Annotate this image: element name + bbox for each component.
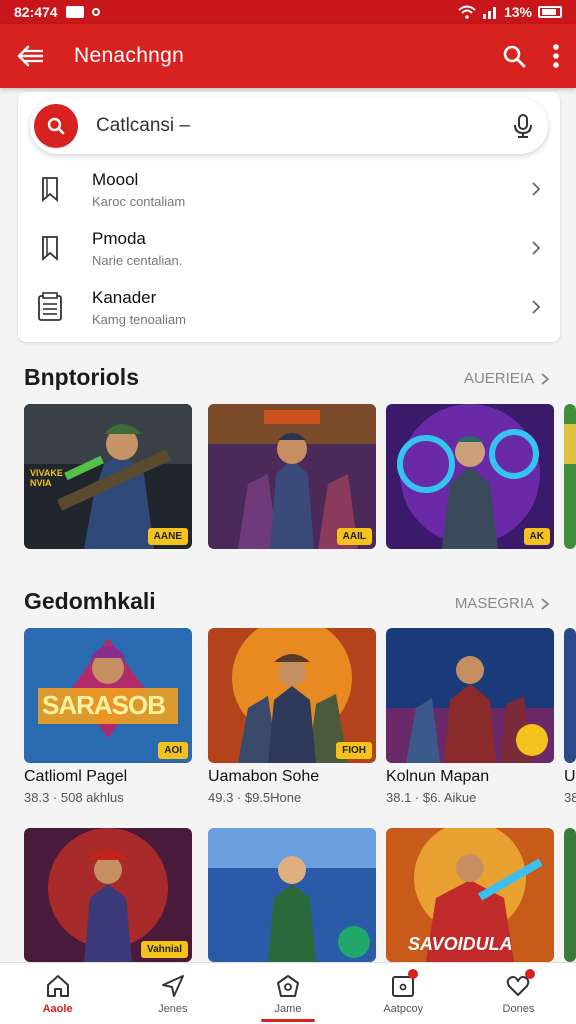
chevron-right-icon — [532, 241, 541, 255]
game-tile[interactable] — [564, 404, 576, 549]
game-meta: 38.3 · 508 akhlus — [24, 790, 124, 805]
game-art — [564, 628, 576, 763]
search-input[interactable]: Catlcansi – — [96, 115, 512, 137]
app-bar: Nenachngn — [0, 24, 576, 88]
nav-item-library[interactable]: Aatpcoy — [346, 963, 461, 1024]
game-tile[interactable]: Vahnial — [24, 828, 192, 962]
list-item-title: Pmoda — [92, 228, 146, 248]
bookmark-icon — [36, 235, 64, 261]
nav-item-send[interactable]: Jenes — [115, 963, 230, 1024]
mic-icon[interactable] — [512, 113, 534, 139]
game-tile[interactable]: FIOH — [208, 628, 376, 763]
list-item-title: Moool — [92, 169, 139, 189]
game-badge: FIOH — [336, 742, 372, 759]
record-icon — [91, 8, 100, 16]
game-art — [386, 628, 554, 763]
game-art-text: VIVAKE NVIA — [30, 468, 63, 488]
game-badge: AK — [523, 528, 550, 545]
game-tile[interactable] — [208, 828, 376, 962]
nav-label: Aaole — [42, 1002, 73, 1015]
home-icon — [46, 974, 69, 997]
game-title: Catlioml Pagel — [24, 768, 128, 785]
status-bar: 82:474 13% — [0, 0, 576, 24]
search-icon — [47, 117, 65, 135]
game-meta: 49.3 · $9.5Hone — [208, 790, 302, 805]
search-icon[interactable] — [502, 44, 526, 68]
game-tile[interactable] — [564, 828, 576, 962]
see-all-label: AUERIEIA — [463, 370, 534, 387]
nav-label: Jenes — [158, 1002, 188, 1015]
list-item-subtitle: Kamg tenoaliam — [92, 311, 186, 327]
chevron-right-icon — [541, 372, 550, 385]
send-icon — [161, 974, 184, 997]
game-badge: AOI — [158, 742, 188, 759]
game-badge: Vahnial — [140, 941, 188, 958]
notification-icon — [65, 6, 84, 18]
arrow-left-icon[interactable] — [16, 45, 44, 67]
game-title: U — [564, 768, 576, 785]
nav-label: Aatpcoy — [383, 1002, 424, 1015]
list-item-title: Kanader — [92, 287, 157, 307]
bookmark-icon — [36, 176, 64, 202]
list-item[interactable]: Kanader Kamg tenoaliam — [18, 278, 560, 336]
game-tile[interactable]: SAVOIDULA — [386, 828, 554, 962]
chevron-right-icon — [532, 182, 541, 196]
see-all-link[interactable]: AUERIEIA — [464, 370, 550, 387]
document-icon — [36, 292, 64, 322]
signal-icon — [482, 7, 496, 19]
page-title: Nenachngn — [74, 44, 185, 67]
list-item[interactable]: Moool Karoc contaliam — [18, 160, 560, 218]
game-tile[interactable]: AAIL — [208, 404, 376, 549]
game-art — [208, 828, 376, 962]
game-tile[interactable]: VIVAKE NVIA AANE — [24, 404, 192, 549]
nav-item-home[interactable]: Aaole — [0, 963, 115, 1024]
nav-item-favorites[interactable]: Dones — [461, 963, 576, 1024]
nav-label: Dones — [502, 1002, 535, 1015]
chevron-right-icon — [541, 597, 550, 610]
search-bar[interactable]: Catlcansi – — [30, 98, 548, 154]
list-item-subtitle: Karoc contaliam — [92, 193, 186, 209]
game-art-text: SAVOIDULA — [408, 934, 513, 954]
section-title: Gedomhkali — [24, 588, 156, 614]
game-meta: 38.1 · $6. Aikue — [386, 790, 477, 805]
search-card: Catlcansi – Moool Karoc contaliam Pmoda … — [18, 92, 560, 342]
nav-item-center[interactable]: Jame — [230, 963, 345, 1024]
pentagon-icon — [277, 974, 299, 997]
notification-dot — [525, 969, 536, 979]
chevron-right-icon — [532, 300, 541, 314]
more-vert-icon[interactable] — [552, 43, 560, 69]
search-button[interactable] — [34, 104, 78, 148]
list-item-subtitle: Narie centalian. — [92, 252, 183, 268]
nav-label: Jame — [274, 1002, 302, 1015]
wifi-icon — [458, 5, 476, 19]
game-tile[interactable]: SARASOB AOI — [24, 628, 192, 763]
game-tile[interactable]: AK — [386, 404, 554, 549]
see-all-link[interactable]: MASEGRIA — [455, 595, 550, 612]
game-title: Uamabon Sohe — [208, 768, 320, 785]
game-tile[interactable] — [386, 628, 554, 763]
see-all-label: MASEGRIA — [454, 595, 534, 612]
game-meta: 38 — [564, 790, 576, 805]
battery-icon — [538, 6, 562, 18]
game-tile[interactable] — [564, 628, 576, 763]
game-title: Kolnun Mapan — [386, 768, 490, 785]
game-art — [564, 828, 576, 962]
bottom-nav: Aaole Jenes Jame Aatpcoy Dones — [0, 962, 576, 1024]
game-badge: AAIL — [336, 528, 372, 545]
game-art-text: SARASOB — [42, 690, 166, 720]
status-time: 82:474 — [14, 4, 58, 20]
battery-percent: 13% — [503, 4, 532, 20]
game-art — [564, 404, 576, 549]
game-badge: AANE — [147, 528, 188, 545]
list-item[interactable]: Pmoda Narie centalian. — [18, 219, 560, 277]
active-indicator — [261, 1019, 315, 1022]
section-title: Bnptoriols — [24, 364, 139, 390]
notification-dot — [408, 969, 419, 979]
